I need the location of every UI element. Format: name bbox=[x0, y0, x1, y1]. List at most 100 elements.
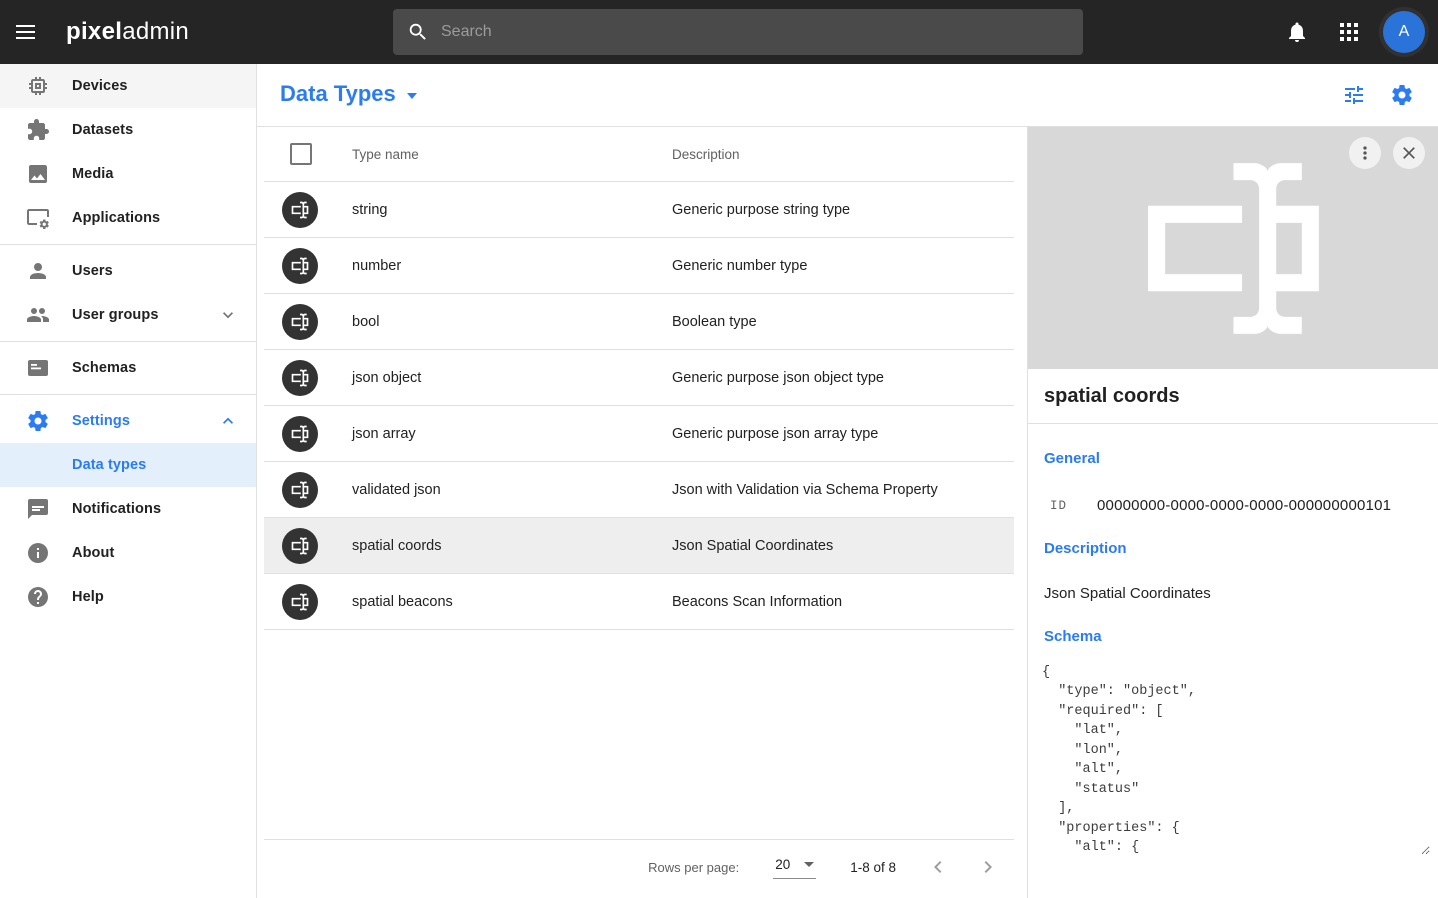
banner-actions bbox=[1349, 137, 1425, 169]
search-input[interactable] bbox=[439, 8, 1083, 56]
detail-title: spatial coords bbox=[1028, 369, 1438, 424]
chevron-up-icon bbox=[218, 411, 238, 431]
type-name-cell: number bbox=[352, 258, 401, 274]
textbox-cursor-icon bbox=[1131, 146, 1336, 351]
type-name-cell: json array bbox=[352, 426, 416, 442]
schema-section-label: Schema bbox=[1044, 628, 1438, 645]
textbox-cursor-icon bbox=[282, 416, 318, 452]
caret-down-icon bbox=[804, 862, 814, 867]
table-row[interactable]: number Generic number type bbox=[264, 238, 1014, 294]
type-name-cell: spatial coords bbox=[352, 538, 441, 554]
chevron-right-icon[interactable] bbox=[976, 855, 1000, 879]
kebab-menu-icon[interactable] bbox=[1349, 137, 1381, 169]
window-gear-icon bbox=[26, 206, 50, 230]
sidebar-item-label: Datasets bbox=[72, 122, 133, 138]
topbar-actions: A bbox=[1277, 0, 1438, 64]
table-row[interactable]: string Generic purpose string type bbox=[264, 182, 1014, 238]
close-icon[interactable] bbox=[1393, 137, 1425, 169]
id-label: ID bbox=[1050, 499, 1067, 513]
table-header-row: Type name Description bbox=[264, 127, 1014, 182]
sidebar-item-label: Help bbox=[72, 589, 104, 605]
sidebar-item-label: Devices bbox=[72, 78, 128, 94]
sidebar-item-label: Users bbox=[72, 263, 113, 279]
pagination-range: 1-8 of 8 bbox=[850, 860, 896, 875]
chevron-left-icon[interactable] bbox=[926, 855, 950, 879]
sidebar-item-datasets[interactable]: Datasets bbox=[0, 108, 256, 152]
sidebar-item-devices[interactable]: Devices bbox=[0, 64, 256, 108]
type-name-cell: validated json bbox=[352, 482, 441, 498]
gear-icon[interactable] bbox=[1390, 83, 1414, 107]
select-all-checkbox[interactable] bbox=[290, 143, 312, 165]
chip-icon bbox=[26, 74, 50, 98]
table-row[interactable]: validated json Json with Validation via … bbox=[264, 462, 1014, 518]
sidebar-item-help[interactable]: Help bbox=[0, 575, 256, 619]
description-cell: Generic number type bbox=[672, 258, 807, 274]
sidebar: Devices Datasets Media Applications User… bbox=[0, 64, 257, 898]
description-value: Json Spatial Coordinates bbox=[1044, 585, 1438, 602]
puzzle-icon bbox=[26, 118, 50, 142]
sidebar-item-user-groups[interactable]: User groups bbox=[0, 293, 256, 337]
table-row[interactable]: spatial beacons Beacons Scan Information bbox=[264, 574, 1014, 630]
page-title-dropdown[interactable]: Data Types bbox=[280, 81, 417, 107]
sidebar-item-users[interactable]: Users bbox=[0, 249, 256, 293]
sidebar-item-label: About bbox=[72, 545, 114, 561]
table-row-selected[interactable]: spatial coords Json Spatial Coordinates bbox=[264, 518, 1014, 574]
type-name-cell: json object bbox=[352, 370, 421, 386]
avatar[interactable]: A bbox=[1383, 11, 1425, 53]
sidebar-item-applications[interactable]: Applications bbox=[0, 196, 256, 240]
search-icon bbox=[407, 21, 429, 43]
main-content: Data Types Type name Description string … bbox=[257, 64, 1438, 898]
sidebar-item-label: Settings bbox=[72, 413, 130, 429]
page-header: Data Types bbox=[257, 64, 1438, 127]
type-name-cell: spatial beacons bbox=[352, 594, 453, 610]
bell-icon[interactable] bbox=[1277, 12, 1317, 52]
rows-per-page-select[interactable]: 20 bbox=[773, 855, 816, 879]
table-row[interactable]: bool Boolean type bbox=[264, 294, 1014, 350]
page-title: Data Types bbox=[280, 81, 396, 107]
chevron-down-icon bbox=[218, 305, 238, 325]
sidebar-item-about[interactable]: About bbox=[0, 531, 256, 575]
column-header-description: Description bbox=[672, 147, 740, 162]
textbox-cursor-icon bbox=[282, 304, 318, 340]
detail-banner bbox=[1028, 127, 1438, 369]
textbox-cursor-icon bbox=[282, 528, 318, 564]
sidebar-item-schemas[interactable]: Schemas bbox=[0, 346, 256, 390]
sidebar-item-settings[interactable]: Settings bbox=[0, 399, 256, 443]
apps-grid-icon[interactable] bbox=[1329, 12, 1369, 52]
description-cell: Generic purpose json object type bbox=[672, 370, 884, 386]
description-cell: Generic purpose json array type bbox=[672, 426, 878, 442]
sidebar-item-media[interactable]: Media bbox=[0, 152, 256, 196]
sidebar-divider bbox=[0, 341, 256, 342]
message-icon bbox=[26, 497, 50, 521]
tune-icon[interactable] bbox=[1342, 83, 1366, 107]
schema-code-editor[interactable]: { "type": "object", "required": [ "lat",… bbox=[1042, 663, 1430, 855]
type-name-cell: bool bbox=[352, 314, 379, 330]
description-cell: Json Spatial Coordinates bbox=[672, 538, 833, 554]
id-row: ID 00000000-0000-0000-0000-000000000101 bbox=[1050, 497, 1438, 514]
general-section-label: General bbox=[1044, 450, 1438, 467]
search-box bbox=[393, 9, 1083, 55]
description-cell: Boolean type bbox=[672, 314, 757, 330]
textbox-cursor-icon bbox=[282, 472, 318, 508]
people-icon bbox=[26, 303, 50, 327]
sidebar-item-label: User groups bbox=[72, 307, 159, 323]
sidebar-item-label: Schemas bbox=[72, 360, 136, 376]
column-header-type-name: Type name bbox=[352, 147, 419, 162]
description-section-label: Description bbox=[1044, 540, 1438, 557]
table-row[interactable]: json object Generic purpose json object … bbox=[264, 350, 1014, 406]
avatar-initial: A bbox=[1399, 23, 1410, 41]
caret-down-icon bbox=[407, 93, 417, 99]
detail-panel: spatial coords General ID 00000000-0000-… bbox=[1027, 127, 1438, 898]
textbox-cursor-icon bbox=[282, 360, 318, 396]
sidebar-item-notifications[interactable]: Notifications bbox=[0, 487, 256, 531]
table-row[interactable]: json array Generic purpose json array ty… bbox=[264, 406, 1014, 462]
menu-icon[interactable] bbox=[14, 20, 38, 44]
sidebar-item-label: Notifications bbox=[72, 501, 161, 517]
rows-per-page-label: Rows per page: bbox=[648, 860, 739, 875]
textbox-cursor-icon bbox=[282, 192, 318, 228]
textbox-cursor-icon bbox=[282, 584, 318, 620]
image-icon bbox=[26, 162, 50, 186]
description-cell: Json with Validation via Schema Property bbox=[672, 482, 938, 498]
sidebar-item-data-types[interactable]: Data types bbox=[0, 443, 256, 487]
id-value: 00000000-0000-0000-0000-000000000101 bbox=[1097, 497, 1391, 514]
